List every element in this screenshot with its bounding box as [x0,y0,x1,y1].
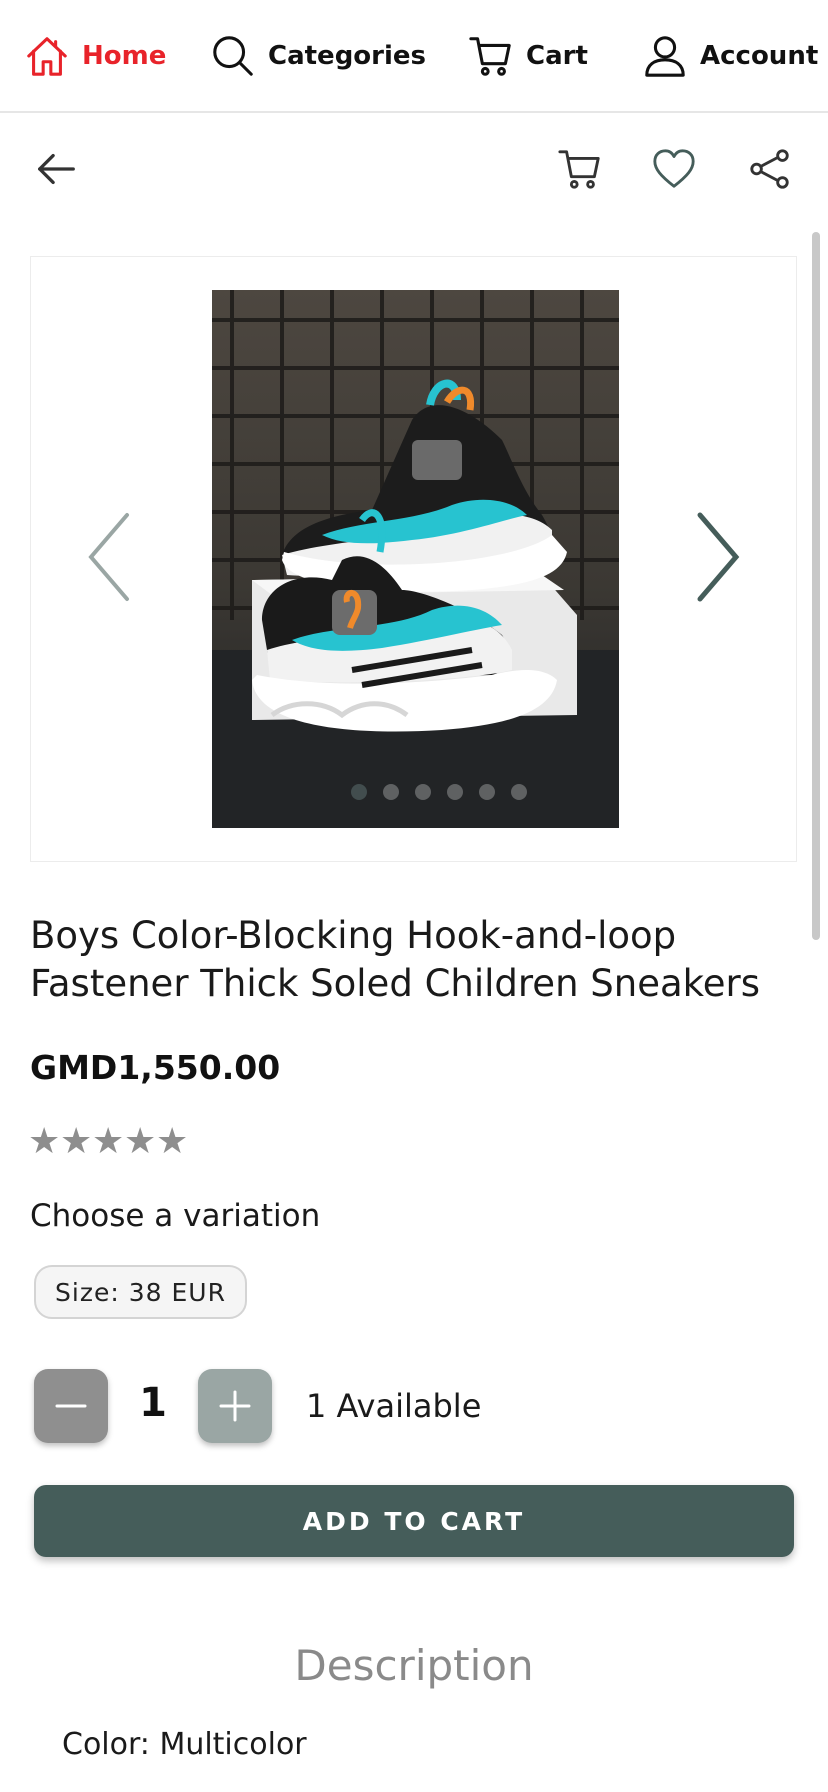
plus-icon [219,1390,251,1422]
nav-account[interactable]: Account [642,30,818,82]
star-icon: ★ [28,1121,61,1162]
search-icon [213,36,253,76]
cart-icon [558,150,600,189]
chevron-left-icon [88,513,129,601]
previous-image-button[interactable] [81,507,141,607]
share-button[interactable] [744,143,796,195]
star-icon: ★ [92,1121,125,1162]
variation-heading: Choose a variation [30,1198,321,1234]
cart-icon [469,37,511,76]
product-image[interactable] [212,290,619,828]
nav-categories[interactable]: Categories [210,30,426,82]
nav-home[interactable]: Home [24,30,166,82]
gallery-dot[interactable] [351,784,367,800]
home-icon [27,37,67,76]
nav-home-label: Home [82,41,167,71]
variation-chip-size[interactable]: Size: 38 EUR [34,1265,247,1319]
gallery-dot[interactable] [447,784,463,800]
top-navigation: Home Categories Cart Account [0,0,828,113]
gallery-dot[interactable] [511,784,527,800]
user-icon [645,36,685,77]
header-cart-button[interactable] [554,143,606,195]
quantity-increase-button[interactable] [198,1369,272,1443]
star-icon: ★ [124,1121,157,1162]
next-image-button[interactable] [686,507,746,607]
nav-categories-label: Categories [268,41,427,71]
description-color: Color: Multicolor [62,1727,307,1762]
quantity-decrease-button[interactable] [34,1369,108,1443]
nav-cart[interactable]: Cart [468,30,588,82]
star-icon: ★ [60,1121,93,1162]
nav-account-label: Account [700,41,819,71]
add-to-cart-button[interactable]: ADD TO CART [34,1485,794,1557]
star-icon: ★ [156,1121,189,1162]
share-icon [750,149,789,189]
gallery-dot[interactable] [383,784,399,800]
product-price: GMD1,550.00 [30,1048,281,1087]
back-arrow-icon [38,153,75,185]
gallery-pagination [351,784,527,800]
quantity-value: 1 [139,1380,167,1426]
description-heading: Description [294,1641,534,1690]
product-image-gallery [30,256,797,862]
heart-icon [653,149,695,188]
stock-availability: 1 Available [306,1387,482,1425]
nav-cart-label: Cart [526,41,588,71]
back-button[interactable] [30,143,82,195]
wishlist-button[interactable] [648,143,700,195]
rating-stars: ★ ★ ★ ★ ★ [28,1124,188,1160]
gallery-dot[interactable] [479,784,495,800]
product-title: Boys Color-Blocking Hook-and-loop Fasten… [30,914,761,1005]
gallery-dot[interactable] [415,784,431,800]
page-scrollbar[interactable] [812,232,820,940]
chevron-right-icon [697,512,740,602]
minus-icon [55,1404,87,1408]
sneakers-photo [212,290,619,828]
